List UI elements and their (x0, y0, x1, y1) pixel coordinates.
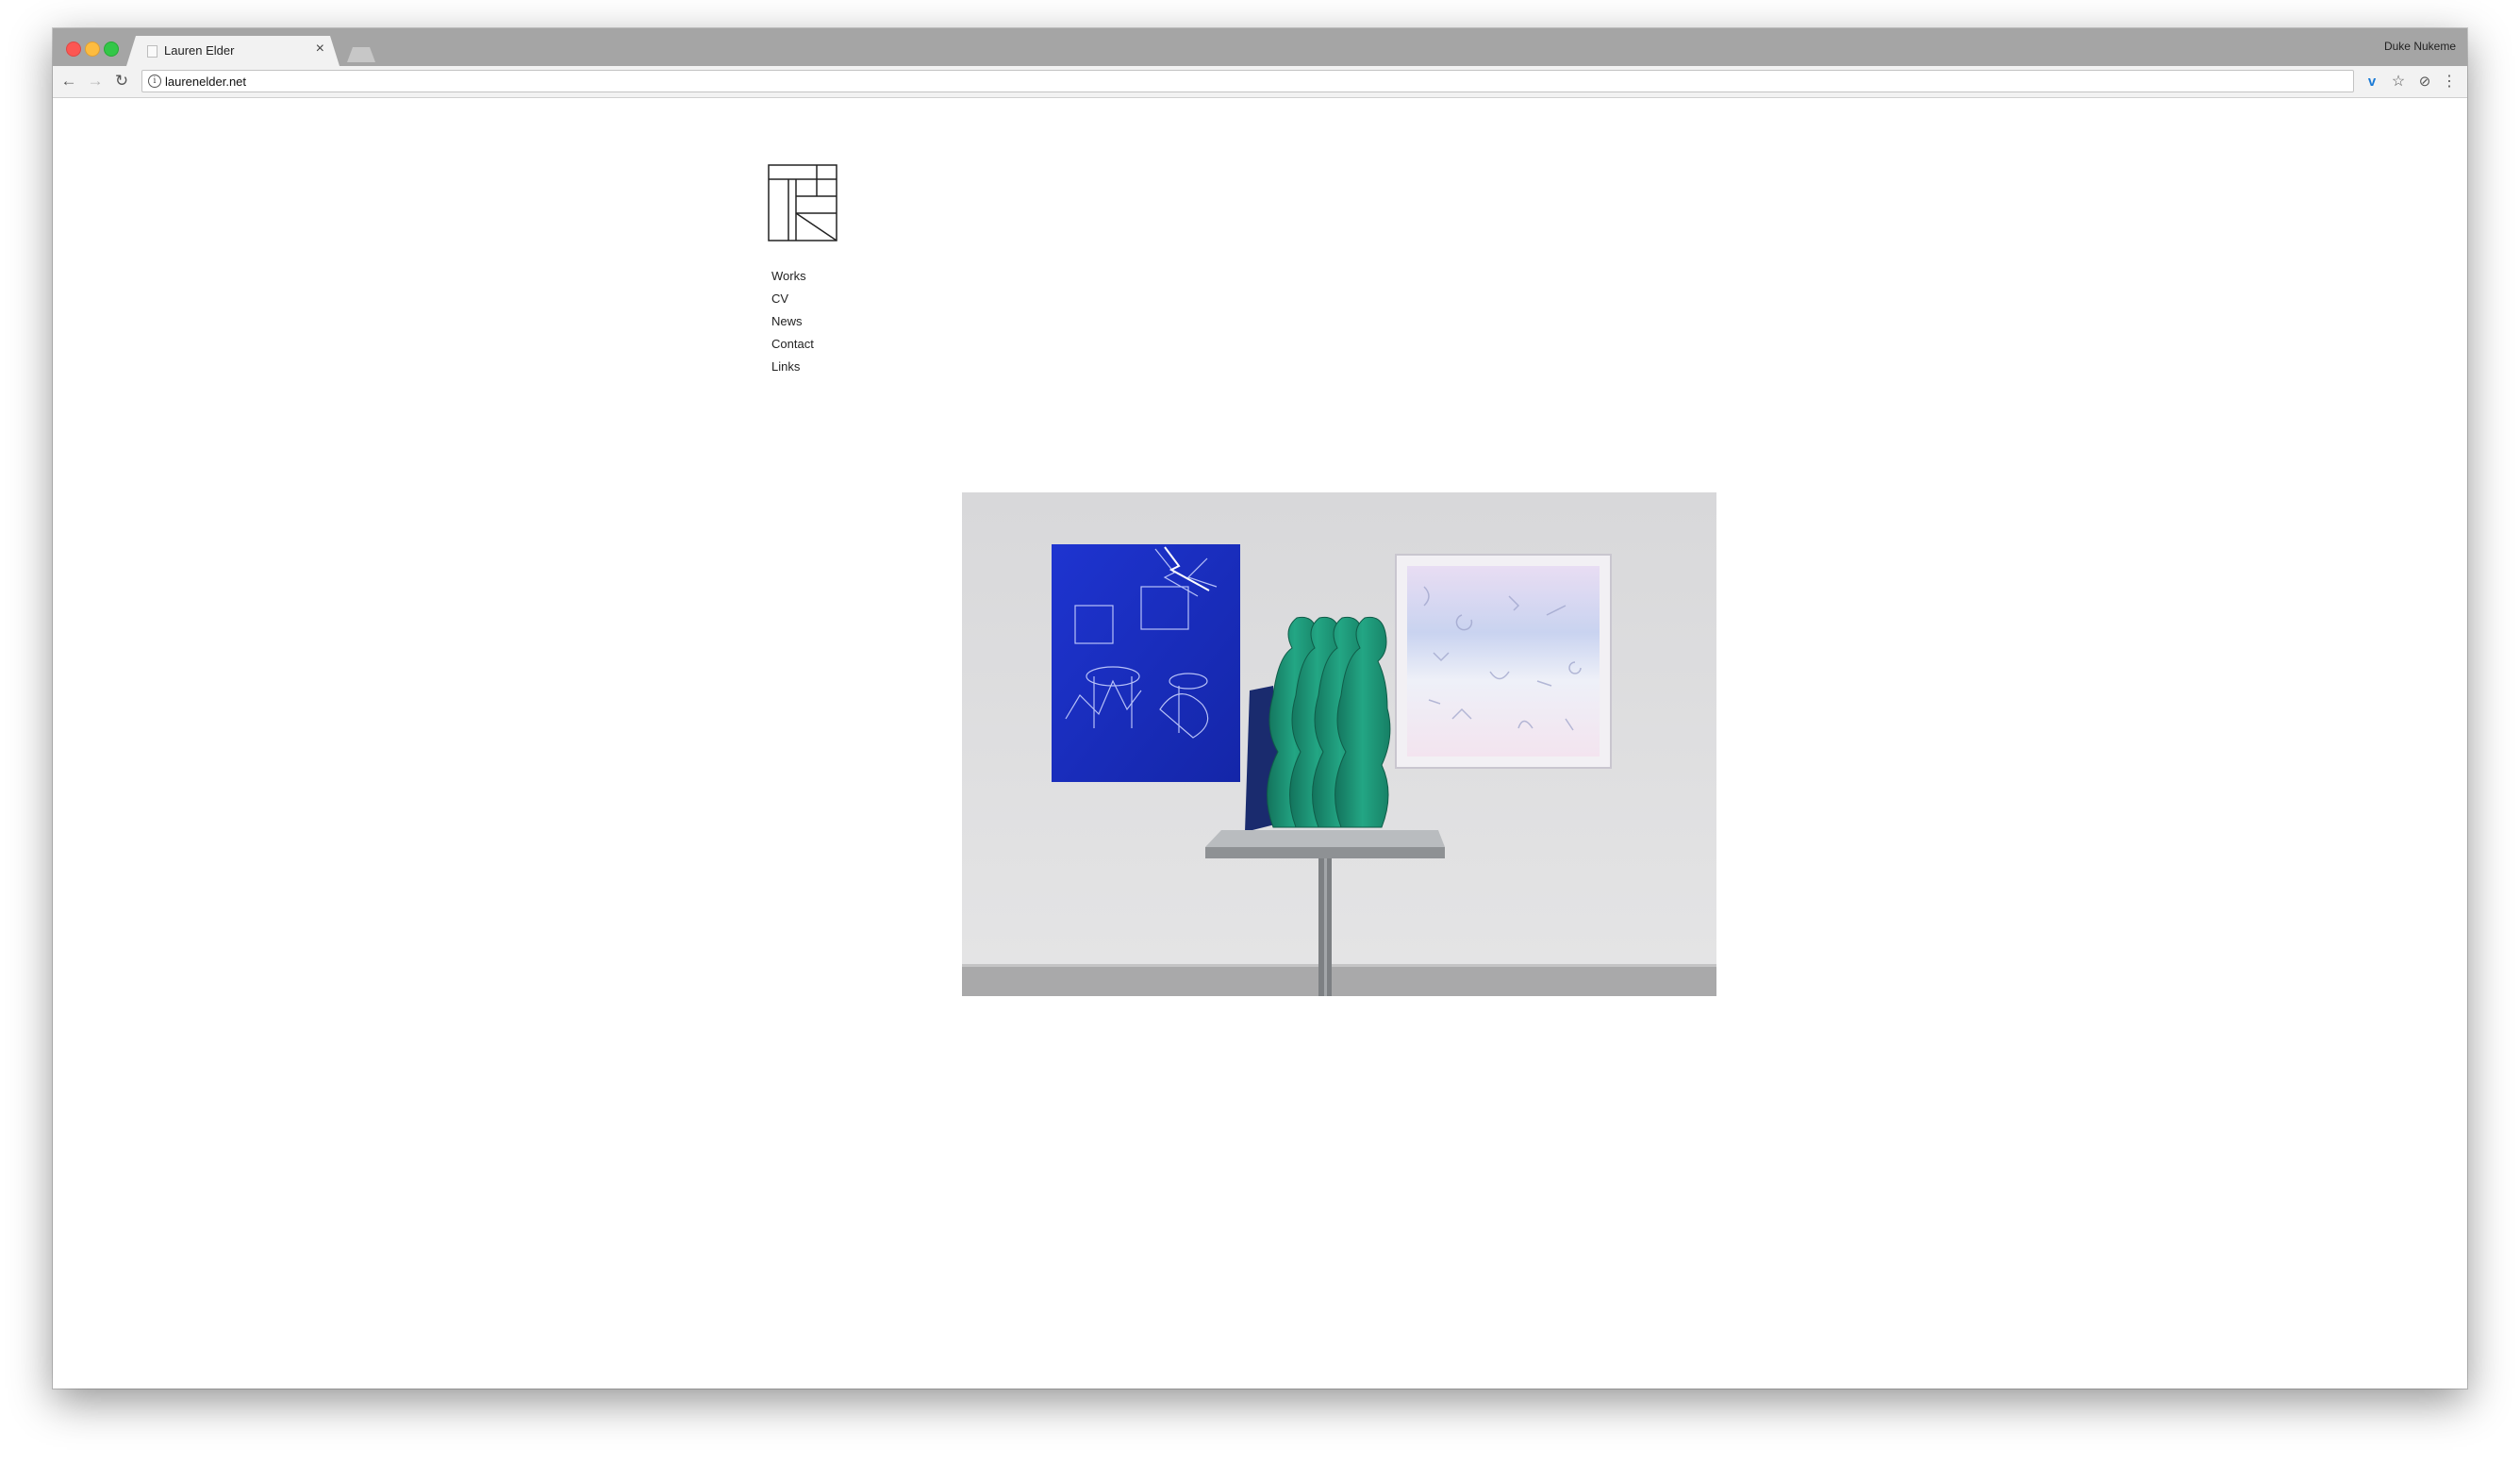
window-maximize-button[interactable] (104, 42, 119, 57)
page-favicon-icon (147, 45, 158, 58)
star-icon[interactable]: ☆ (2388, 72, 2409, 92)
new-tab-button[interactable] (347, 47, 375, 62)
site-nav: Works CV News Contact Links (771, 265, 814, 378)
site-info-icon[interactable]: i (148, 75, 161, 88)
tab-bar: Lauren Elder × Duke Nukeme (53, 28, 2467, 66)
browser-toolbar: ← → ↻ i laurenelder.net v ☆ ⊘ ⋮ (53, 66, 2467, 98)
tab-lauren-elder[interactable]: Lauren Elder × (126, 36, 340, 66)
featured-artwork-image[interactable] (962, 492, 1716, 996)
menu-icon[interactable]: ⋮ (2439, 72, 2460, 92)
url-text[interactable]: laurenelder.net (165, 75, 246, 89)
monogram-logo-icon[interactable] (768, 164, 837, 241)
tab-title: Lauren Elder (164, 43, 235, 58)
profile-name[interactable]: Duke Nukeme (2384, 40, 2456, 53)
reload-button[interactable]: ↻ (111, 71, 132, 92)
nav-links[interactable]: Links (771, 356, 814, 378)
nav-news[interactable]: News (771, 310, 814, 333)
shield-icon[interactable]: ⊘ (2414, 72, 2435, 92)
address-bar[interactable]: i laurenelder.net (141, 70, 2354, 92)
window-close-button[interactable] (66, 42, 81, 57)
browser-window: Lauren Elder × Duke Nukeme ← → ↻ i laure… (53, 28, 2467, 1389)
nav-works[interactable]: Works (771, 265, 814, 288)
nav-contact[interactable]: Contact (771, 333, 814, 356)
vimeo-icon[interactable]: v (2362, 72, 2382, 92)
window-minimize-button[interactable] (85, 42, 100, 57)
web-page: Works CV News Contact Links (53, 98, 2467, 1389)
nav-cv[interactable]: CV (771, 288, 814, 310)
back-button[interactable]: ← (58, 71, 79, 92)
forward-button[interactable]: → (85, 71, 106, 92)
tab-close-icon[interactable]: × (316, 41, 324, 58)
